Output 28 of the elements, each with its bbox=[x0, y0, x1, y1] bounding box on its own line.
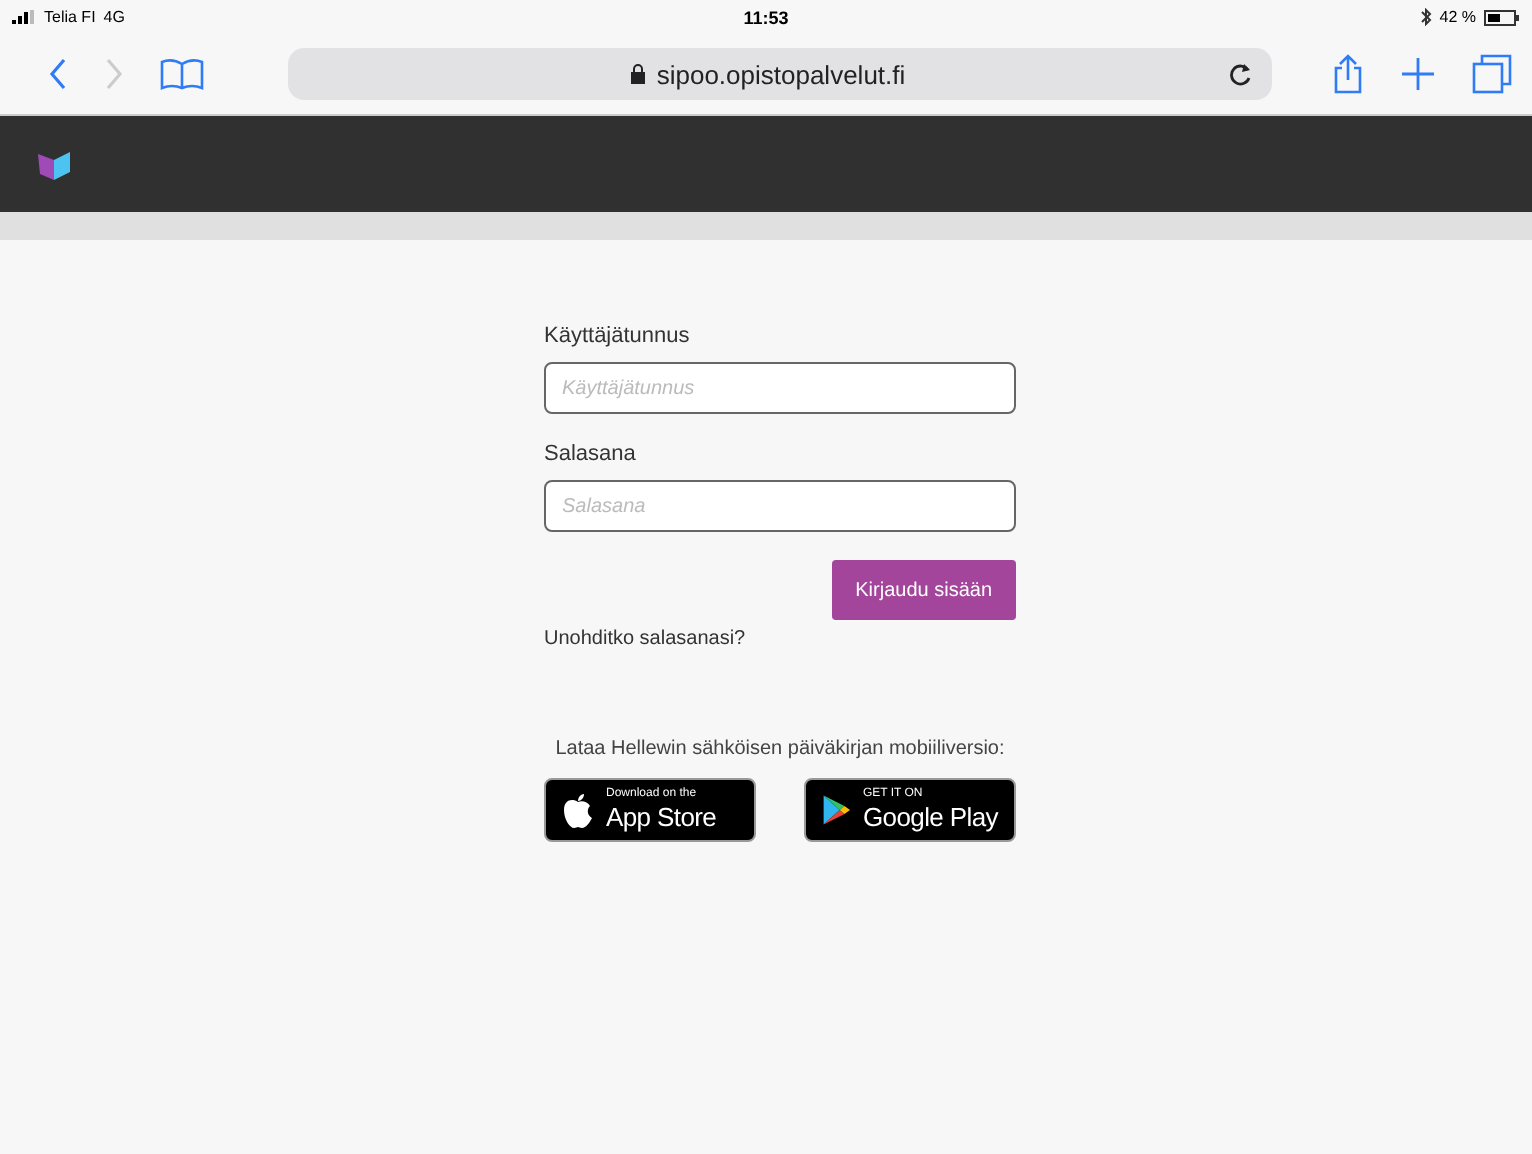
apple-icon bbox=[562, 791, 594, 829]
login-button[interactable]: Kirjaudu sisään bbox=[831, 560, 1016, 620]
back-icon[interactable] bbox=[48, 58, 68, 90]
share-icon[interactable] bbox=[1332, 54, 1364, 94]
bluetooth-icon bbox=[1419, 8, 1432, 26]
forgot-password-link[interactable]: Unohditko salasanasi? bbox=[544, 628, 1016, 650]
battery-text: 42 % bbox=[1439, 8, 1476, 26]
username-label: Käyttäjätunnus bbox=[544, 324, 692, 348]
play-icon bbox=[822, 790, 851, 830]
signal-icon bbox=[12, 10, 36, 24]
battery-icon bbox=[1484, 9, 1520, 25]
store-name: Google Play bbox=[862, 803, 998, 832]
username-field[interactable]: Käyttäjätunnus bbox=[544, 362, 1016, 414]
lock-icon bbox=[630, 64, 647, 84]
app-download-text: Lataa Hellewin sähköisen päiväkirjan mobiiliversio: bbox=[555, 738, 1005, 760]
tabs-icon[interactable] bbox=[1472, 54, 1512, 94]
carrier-text: Telia FI bbox=[44, 8, 96, 26]
password-label: Salasana bbox=[544, 442, 638, 466]
book-icon[interactable] bbox=[160, 58, 204, 90]
password-field[interactable]: Salasana bbox=[544, 480, 1016, 532]
plus-icon[interactable] bbox=[1400, 56, 1436, 92]
logo-icon[interactable] bbox=[38, 149, 70, 179]
reload-icon[interactable] bbox=[1228, 62, 1252, 86]
store-name: App Store bbox=[606, 803, 717, 832]
url-text: sipoo.opistopalvelut.fi bbox=[656, 59, 906, 89]
clock-text: 11:53 bbox=[743, 7, 789, 27]
address-bar[interactable]: sipoo.opistopalvelut.fi bbox=[288, 48, 1272, 100]
network-text: 4G bbox=[103, 8, 125, 26]
